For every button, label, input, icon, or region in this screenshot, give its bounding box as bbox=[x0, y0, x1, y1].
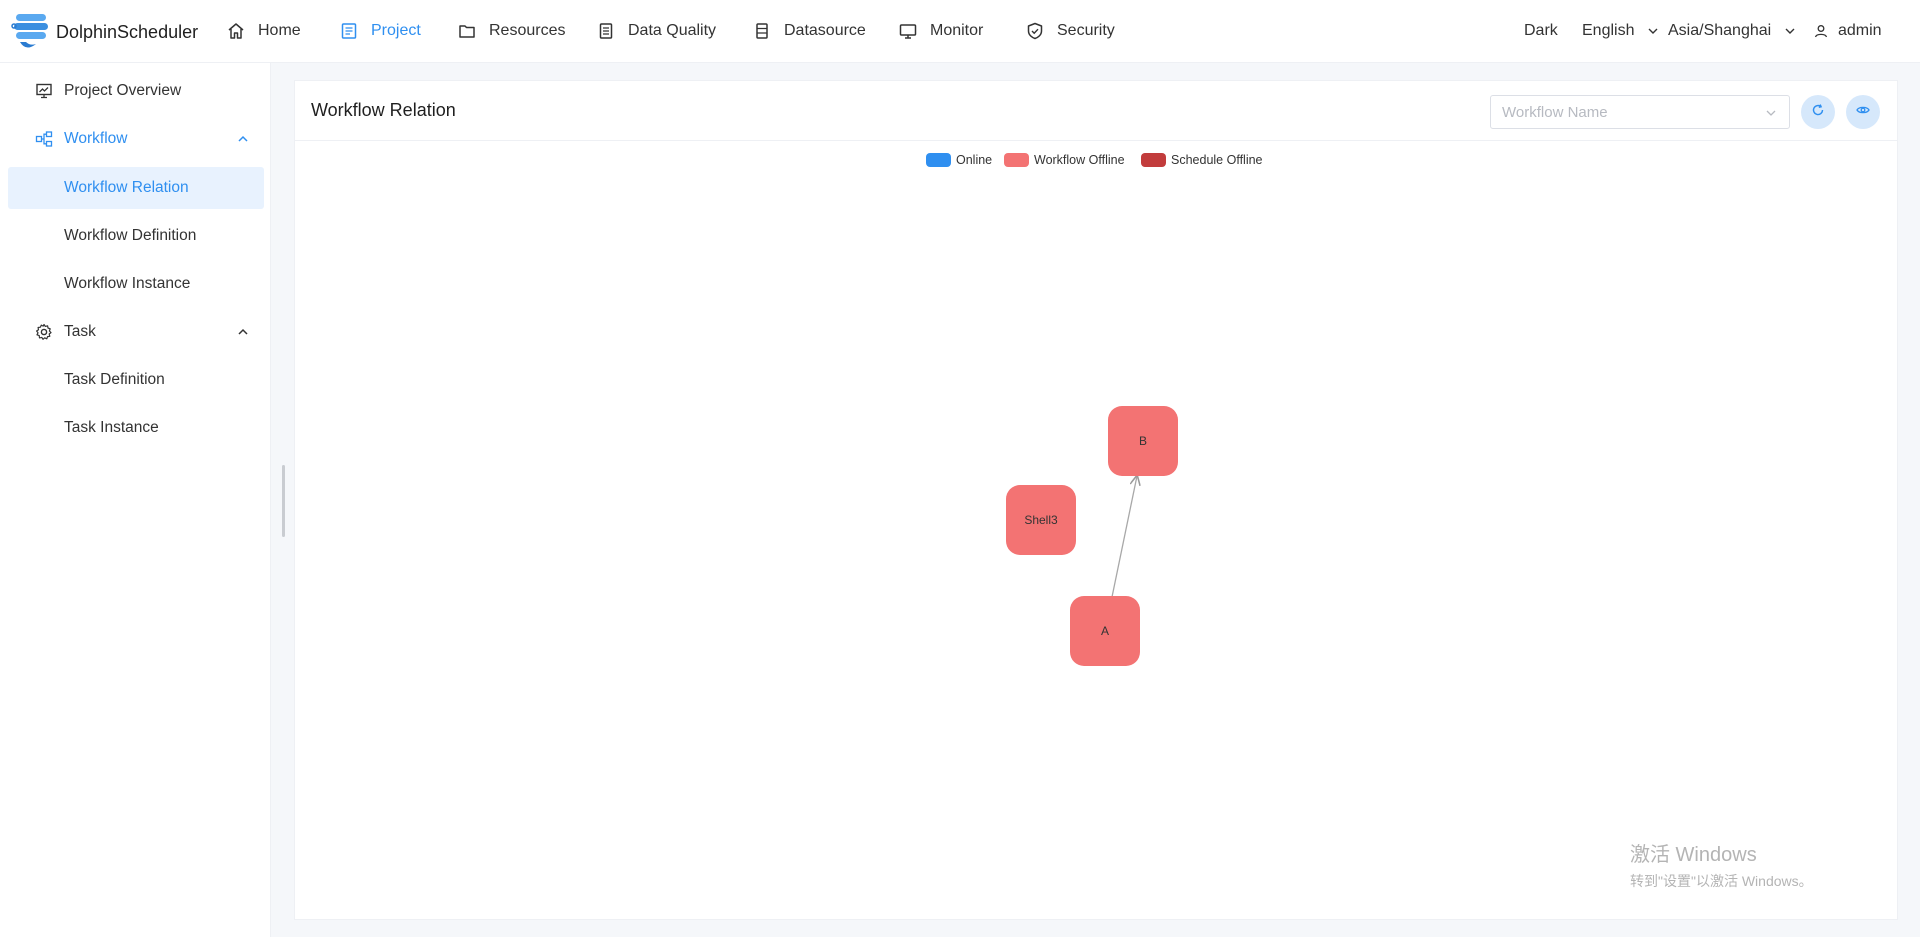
user-name: admin bbox=[1838, 22, 1882, 39]
refresh-button[interactable] bbox=[1801, 95, 1835, 129]
node-label: Shell3 bbox=[1024, 513, 1058, 527]
home-icon bbox=[226, 21, 246, 41]
nav-resources[interactable]: Resources bbox=[457, 0, 565, 62]
legend-item-schedule-offline[interactable]: Schedule Offline bbox=[1141, 153, 1263, 167]
sidebar-item-label: Workflow Definition bbox=[64, 227, 197, 244]
language-label: English bbox=[1582, 22, 1635, 39]
sidebar: Project Overview Workflow Workflow Relat… bbox=[0, 63, 271, 937]
sidebar-item-label: Task bbox=[64, 323, 96, 340]
workflow-name-placeholder: Workflow Name bbox=[1502, 104, 1608, 121]
view-button[interactable] bbox=[1846, 95, 1880, 129]
sidebar-group-task[interactable]: Task bbox=[8, 311, 264, 353]
legend-label: Workflow Offline bbox=[1034, 153, 1125, 167]
sidebar-item-label: Task Definition bbox=[64, 371, 165, 388]
app-logo[interactable]: DolphinScheduler bbox=[10, 12, 198, 52]
legend-label: Online bbox=[956, 153, 993, 167]
gear-icon bbox=[34, 322, 54, 342]
sidebar-item-workflow-definition[interactable]: Workflow Definition bbox=[8, 215, 264, 257]
card-header: Workflow Relation Workflow Name bbox=[295, 81, 1897, 141]
nav-security[interactable]: Security bbox=[1025, 0, 1115, 62]
graph-node-shell3[interactable]: Shell3 bbox=[1006, 485, 1076, 555]
nav-resources-label: Resources bbox=[489, 22, 566, 39]
nav-data-quality-label: Data Quality bbox=[628, 22, 717, 39]
nav-project-label: Project bbox=[371, 22, 421, 39]
project-icon bbox=[339, 21, 359, 41]
legend-swatch bbox=[1004, 153, 1029, 167]
node-label: A bbox=[1100, 624, 1109, 638]
graph-node-b[interactable]: B bbox=[1108, 406, 1178, 476]
legend-label: Schedule Offline bbox=[1171, 153, 1263, 167]
nav-project[interactable]: Project bbox=[339, 0, 421, 62]
edge-a-to-b bbox=[1111, 476, 1137, 598]
sidebar-item-workflow-relation[interactable]: Workflow Relation bbox=[8, 167, 264, 209]
watermark-line1: 激活 Windows bbox=[1630, 844, 1757, 866]
folder-icon bbox=[457, 21, 477, 41]
legend-item-online[interactable]: Online bbox=[926, 153, 992, 167]
windows-activation-watermark: 激活 Windows 转到"设置"以激活 Windows。 bbox=[1630, 838, 1813, 891]
refresh-icon bbox=[1811, 103, 1825, 122]
chevron-down-icon bbox=[1646, 24, 1660, 38]
app-name: DolphinScheduler bbox=[56, 21, 199, 42]
nav-monitor-label: Monitor bbox=[930, 22, 984, 39]
page-title: Workflow Relation bbox=[311, 100, 456, 120]
relation-graph bbox=[1111, 81, 1899, 598]
sidebar-item-label: Task Instance bbox=[64, 419, 159, 436]
sidebar-item-label: Workflow Instance bbox=[64, 275, 191, 292]
sidebar-item-label: Workflow bbox=[64, 130, 128, 147]
theme-label: Dark bbox=[1524, 22, 1558, 39]
document-icon bbox=[596, 21, 616, 41]
language-dropdown[interactable]: English bbox=[1582, 0, 1660, 62]
nav-home-label: Home bbox=[258, 22, 301, 39]
presentation-chart-icon bbox=[34, 81, 54, 101]
nav-datasource[interactable]: Datasource bbox=[752, 0, 866, 62]
top-navbar: DolphinScheduler Home Project Resources … bbox=[0, 0, 1920, 63]
nav-datasource-label: Datasource bbox=[784, 22, 866, 39]
theme-toggle[interactable]: Dark bbox=[1524, 0, 1558, 62]
graph-legend: Online Workflow Offline Schedule Offline bbox=[295, 153, 1897, 173]
sidebar-group-workflow[interactable]: Workflow bbox=[8, 118, 264, 160]
user-icon bbox=[1814, 24, 1828, 38]
eye-icon bbox=[1856, 103, 1870, 122]
sidebar-resize-handle[interactable] bbox=[282, 465, 285, 537]
database-icon bbox=[752, 21, 772, 41]
user-menu[interactable]: admin bbox=[1814, 0, 1882, 62]
nav-security-label: Security bbox=[1057, 22, 1115, 39]
legend-item-workflow-offline[interactable]: Workflow Offline bbox=[1004, 153, 1125, 167]
sidebar-item-task-instance[interactable]: Task Instance bbox=[8, 407, 264, 449]
node-label: B bbox=[1138, 434, 1147, 448]
legend-swatch bbox=[1141, 153, 1166, 167]
legend-swatch bbox=[926, 153, 951, 167]
chevron-down-icon bbox=[1765, 106, 1777, 118]
watermark-line2: 转到"设置"以激活 Windows。 bbox=[1630, 873, 1813, 889]
workflow-icon bbox=[34, 129, 54, 149]
chevron-up-icon bbox=[236, 325, 250, 339]
sidebar-item-project-overview[interactable]: Project Overview bbox=[8, 70, 264, 112]
sidebar-item-workflow-instance[interactable]: Workflow Instance bbox=[8, 263, 264, 305]
timezone-label: Asia/Shanghai bbox=[1668, 22, 1772, 39]
chevron-up-icon bbox=[236, 132, 250, 146]
shield-icon bbox=[1025, 21, 1045, 41]
nav-data-quality[interactable]: Data Quality bbox=[596, 0, 716, 62]
workflow-relation-card: Workflow Relation Workflow Name Online W… bbox=[294, 80, 1898, 920]
sidebar-item-label: Project Overview bbox=[64, 82, 182, 99]
sidebar-item-label: Workflow Relation bbox=[64, 179, 189, 196]
nav-home[interactable]: Home bbox=[226, 0, 301, 62]
timezone-dropdown[interactable]: Asia/Shanghai bbox=[1668, 0, 1797, 62]
dolphin-logo-icon bbox=[10, 12, 56, 52]
chevron-down-icon bbox=[1783, 24, 1797, 38]
sidebar-item-task-definition[interactable]: Task Definition bbox=[8, 359, 264, 401]
graph-node-a[interactable]: A bbox=[1070, 596, 1140, 666]
monitor-icon bbox=[898, 21, 918, 41]
workflow-name-select[interactable]: Workflow Name bbox=[1490, 95, 1790, 129]
nav-monitor[interactable]: Monitor bbox=[898, 0, 983, 62]
